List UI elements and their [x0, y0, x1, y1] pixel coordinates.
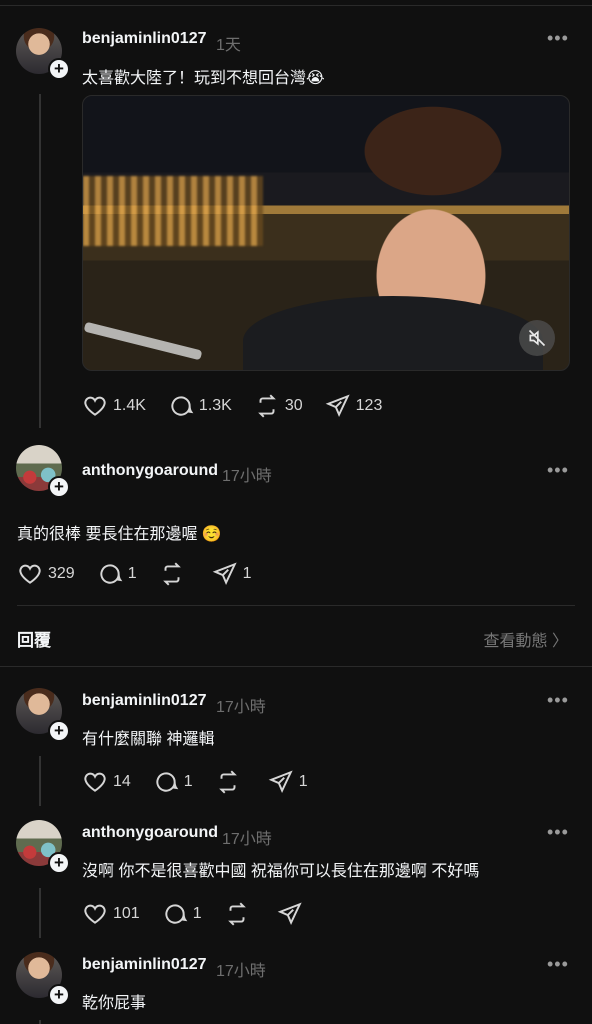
thread-line — [39, 756, 41, 806]
comment-actions: 329 1 1 — [17, 561, 274, 587]
thread-line — [39, 1020, 41, 1024]
comment-count: 1 — [127, 565, 137, 582]
repost-icon — [227, 902, 246, 926]
like-button[interactable]: 101 — [82, 901, 140, 927]
speaker-muted-icon — [528, 329, 546, 347]
repost-button[interactable] — [224, 901, 255, 927]
reply-actions: 101 1 — [82, 901, 330, 927]
like-count: 101 — [113, 905, 140, 922]
like-button[interactable]: 1.4K — [82, 393, 146, 419]
heart-icon — [19, 564, 41, 584]
comment-button[interactable]: 1 — [162, 901, 202, 927]
reply-time: 17小時 — [216, 699, 266, 716]
reply-text: 沒啊 你不是很喜歡中國 祝福你可以長住在那邊啊 不好嗎 — [82, 863, 480, 880]
divider — [0, 666, 592, 667]
repost-icon — [162, 562, 181, 586]
video-person — [243, 296, 543, 370]
comment-button[interactable]: 1 — [97, 561, 137, 587]
repost-icon — [218, 770, 237, 794]
reply-text: 乾你屁事 — [82, 995, 147, 1012]
more-options-icon[interactable]: ••• — [547, 460, 569, 481]
username[interactable]: benjaminlin0127 — [82, 692, 207, 710]
main-post: + benjaminlin0127 1天 ••• 太喜歡大陸了！玩到不想回台灣😭… — [0, 0, 592, 430]
replies-title: 回覆 — [17, 631, 51, 650]
reply-text: 有什麼關聯 神邏輯 — [82, 731, 215, 748]
heart-icon — [84, 904, 106, 924]
comment-count: 1 — [192, 905, 202, 922]
comment-count: 1.3K — [198, 397, 232, 414]
reply-item: + anthonygoaround 17小時 ••• 沒啊 你不是很喜歡中國 祝… — [0, 808, 592, 940]
repost-count: 30 — [284, 397, 303, 414]
like-count: 1.4K — [113, 397, 146, 414]
comment-bubble-icon — [100, 564, 123, 584]
thread-line — [39, 94, 41, 428]
share-count: 123 — [355, 397, 383, 414]
send-icon — [212, 562, 237, 586]
follow-plus-icon[interactable]: + — [48, 984, 70, 1006]
comment-bubble-icon — [156, 772, 179, 792]
video-city-lights — [83, 176, 263, 246]
comment-bubble-icon — [171, 396, 194, 416]
heart-icon — [84, 772, 106, 792]
heart-icon — [84, 396, 106, 416]
post-time: 1天 — [216, 37, 241, 54]
share-count: 1 — [298, 773, 308, 790]
reply-actions: 14 1 1 — [82, 769, 330, 795]
share-button[interactable]: 1 — [212, 561, 252, 587]
more-options-icon[interactable]: ••• — [547, 28, 569, 49]
follow-plus-icon[interactable]: + — [48, 852, 70, 874]
username[interactable]: benjaminlin0127 — [82, 30, 207, 48]
more-options-icon[interactable]: ••• — [547, 954, 569, 975]
comment-text: 真的很棒 要長住在那邊喔 ☺️ — [17, 526, 222, 543]
username[interactable]: benjaminlin0127 — [82, 956, 207, 974]
share-count: 1 — [242, 565, 252, 582]
comment-post: + anthonygoaround 17小時 ••• 真的很棒 要長住在那邊喔 … — [0, 440, 592, 600]
username[interactable]: anthonygoaround — [82, 824, 218, 842]
post-video[interactable] — [82, 95, 570, 371]
repost-button[interactable]: 30 — [254, 393, 303, 419]
repost-button[interactable] — [159, 561, 190, 587]
send-icon — [325, 394, 350, 418]
share-button[interactable]: 123 — [325, 393, 383, 419]
comment-button[interactable]: 1.3K — [168, 393, 232, 419]
view-activity-link[interactable]: 查看動態 〉 — [484, 627, 568, 651]
follow-plus-icon[interactable]: + — [48, 58, 70, 80]
more-options-icon[interactable]: ••• — [547, 822, 569, 843]
comment-time: 17小時 — [222, 468, 272, 485]
follow-plus-icon[interactable]: + — [48, 720, 70, 742]
divider — [17, 605, 575, 606]
like-count: 329 — [48, 565, 75, 582]
video-rail — [83, 321, 203, 361]
reply-time: 17小時 — [222, 831, 272, 848]
repost-button[interactable] — [215, 769, 246, 795]
follow-plus-icon[interactable]: + — [48, 476, 70, 498]
share-button[interactable] — [277, 901, 308, 927]
comment-bubble-icon — [165, 904, 188, 924]
share-button[interactable]: 1 — [268, 769, 308, 795]
post-text: 太喜歡大陸了！玩到不想回台灣😭 — [82, 70, 325, 87]
comment-button[interactable]: 1 — [153, 769, 193, 795]
reply-item: + benjaminlin0127 17小時 ••• 有什麼關聯 神邏輯 14 … — [0, 676, 592, 808]
thread-line — [39, 888, 41, 938]
send-icon — [277, 902, 302, 926]
send-icon — [268, 770, 293, 794]
reply-item: + benjaminlin0127 17小時 ••• 乾你屁事 — [0, 940, 592, 1024]
comment-count: 1 — [183, 773, 193, 790]
like-button[interactable]: 14 — [82, 769, 131, 795]
like-button[interactable]: 329 — [17, 561, 75, 587]
post-actions: 1.4K 1.3K 30 123 — [82, 393, 404, 419]
repost-icon — [257, 394, 276, 418]
like-count: 14 — [113, 773, 131, 790]
reply-time: 17小時 — [216, 963, 266, 980]
mute-button[interactable] — [519, 320, 555, 356]
username[interactable]: anthonygoaround — [82, 462, 218, 480]
more-options-icon[interactable]: ••• — [547, 690, 569, 711]
